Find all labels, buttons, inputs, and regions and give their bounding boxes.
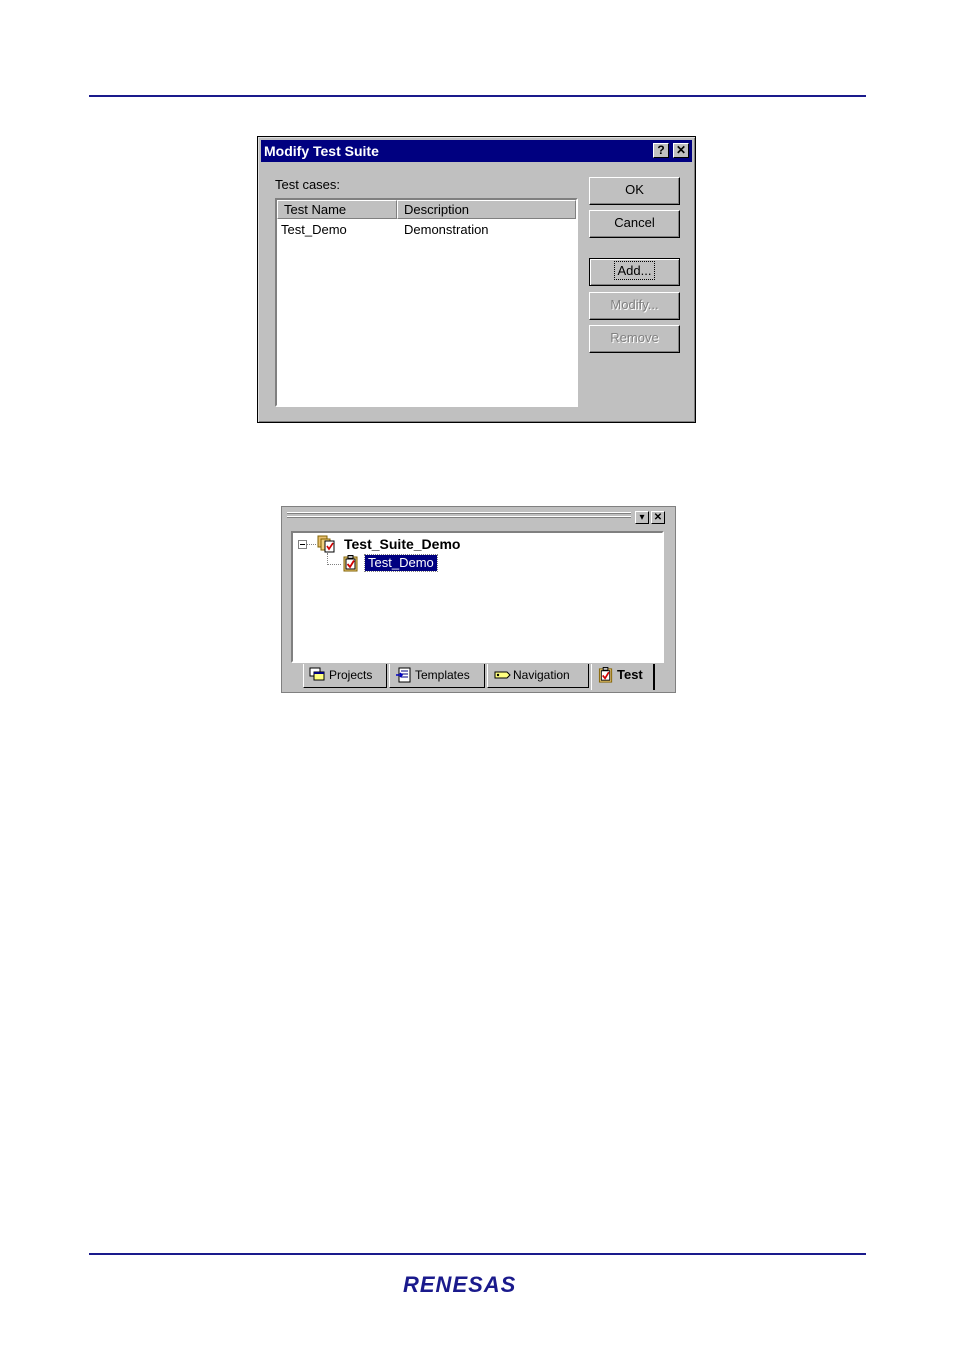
- footer-rule: [89, 1253, 866, 1255]
- column-header-description[interactable]: Description: [397, 200, 576, 219]
- tree-item-test[interactable]: Test_Demo: [364, 554, 438, 572]
- tab-label: Projects: [329, 668, 373, 682]
- panel-close-button[interactable]: ✕: [651, 511, 665, 524]
- column-header-test-name[interactable]: Test Name: [277, 200, 397, 219]
- description-cell: Demonstration: [404, 222, 489, 237]
- test-cases-label: Test cases:: [275, 177, 341, 192]
- tree-line: [307, 544, 316, 545]
- tab-projects[interactable]: Projects: [303, 664, 387, 688]
- tab-navigation[interactable]: Navigation: [487, 664, 589, 688]
- ok-button[interactable]: OK: [589, 177, 680, 205]
- tab-label: Test: [617, 667, 643, 682]
- test-tree[interactable]: Test_Suite_Demo Test_Demo: [291, 531, 664, 663]
- dialog-title: Modify Test Suite: [264, 143, 379, 159]
- modify-button[interactable]: Modify...: [589, 292, 680, 320]
- list-item[interactable]: Test_Demo Demonstration: [277, 220, 576, 240]
- tree-line: [327, 564, 341, 565]
- panel-menu-button[interactable]: ▾: [635, 511, 649, 524]
- collapse-icon[interactable]: [298, 540, 307, 549]
- tree-item-suite[interactable]: Test_Suite_Demo: [344, 536, 460, 553]
- panel-grip-line: [287, 517, 631, 518]
- tab-label: Navigation: [513, 668, 570, 682]
- tab-label: Templates: [415, 668, 470, 682]
- test-suite-icon: [317, 535, 335, 553]
- test-case-icon: [343, 555, 358, 572]
- modify-test-suite-dialog: Modify Test Suite ? ✕ Test cases: Test N…: [257, 136, 696, 423]
- tab-test[interactable]: Test: [591, 664, 655, 690]
- svg-text:RENESAS: RENESAS: [403, 1272, 516, 1297]
- navigation-icon: [494, 671, 511, 679]
- header-rule: [89, 95, 866, 97]
- test-cases-list[interactable]: Test Name Description Test_Demo Demonstr…: [275, 198, 578, 407]
- add-button-label: Add...: [613, 261, 656, 280]
- help-button[interactable]: ?: [653, 143, 669, 158]
- test-icon: [598, 667, 613, 683]
- dialog-titlebar[interactable]: Modify Test Suite ? ✕: [261, 140, 692, 162]
- workspace-panel: ▾ ✕ Test_Suite_Demo Test_Demo Projects T…: [281, 506, 676, 693]
- add-button[interactable]: Add...: [589, 258, 680, 286]
- workspace-tabs: Projects Templates Navigation Test: [287, 664, 672, 690]
- tab-templates[interactable]: Templates: [389, 664, 485, 688]
- remove-button[interactable]: Remove: [589, 325, 680, 353]
- test-name-cell: Test_Demo: [281, 222, 347, 237]
- cancel-button[interactable]: Cancel: [589, 210, 680, 238]
- list-header: Test Name Description: [277, 200, 576, 219]
- templates-icon: [396, 667, 411, 683]
- renesas-logo: RENESAS: [403, 1272, 516, 1297]
- close-button[interactable]: ✕: [673, 143, 689, 158]
- panel-grip-line: [287, 513, 631, 514]
- projects-icon: [309, 667, 325, 681]
